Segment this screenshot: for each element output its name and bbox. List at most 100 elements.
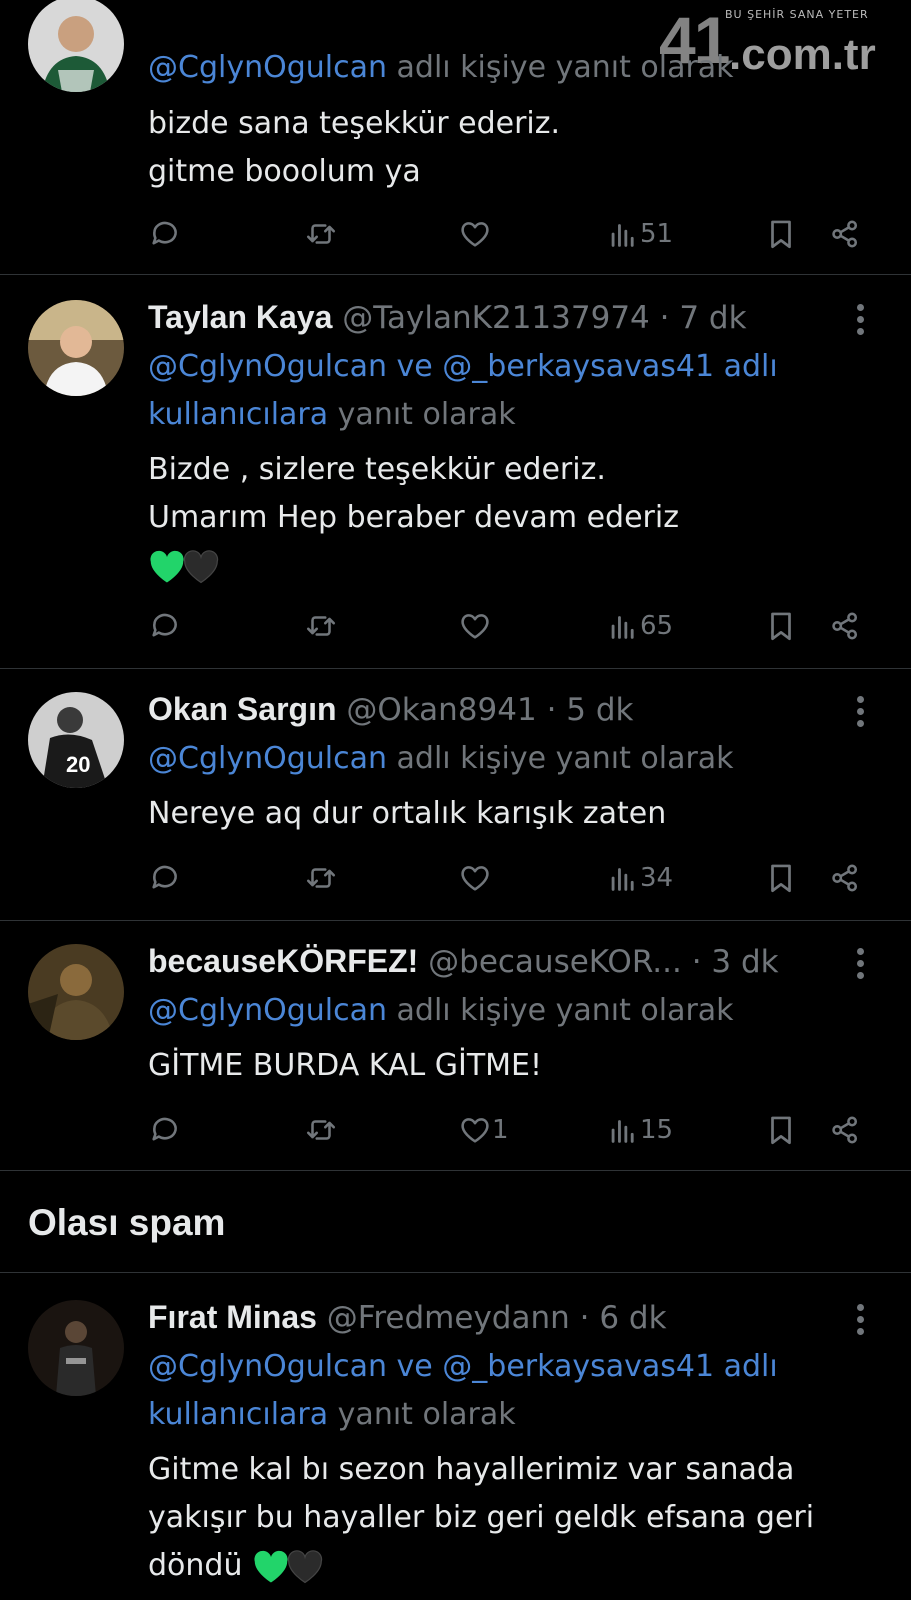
avatar[interactable]: [28, 0, 124, 92]
tweet-text: Nereye aq dur ortalık karışık zaten: [148, 796, 667, 831]
bookmark-button[interactable]: [764, 858, 798, 898]
share-icon: [832, 612, 858, 640]
user-handle[interactable]: @Fredmeydann: [327, 1300, 570, 1336]
retweet-icon: [306, 616, 336, 636]
user-handle[interactable]: @TaylanK21137974: [342, 300, 650, 336]
heart-outline-icon: [461, 614, 489, 639]
mention-link[interactable]: kullanıcılara: [148, 1397, 328, 1432]
tweet-header: Fırat Minas @Fredmeydann · 6 dk: [148, 1299, 667, 1336]
more-options-icon[interactable]: [857, 948, 865, 984]
tweet-actions: 1 15: [0, 1110, 911, 1150]
retweet-button[interactable]: [304, 214, 338, 254]
tweet-actions: 65: [0, 606, 911, 646]
more-options-icon[interactable]: [857, 1304, 865, 1340]
divider: [0, 274, 911, 275]
share-button[interactable]: [828, 858, 862, 898]
bookmark-button[interactable]: [764, 1110, 798, 1150]
tweet-actions: 34: [0, 858, 911, 898]
display-name[interactable]: Okan Sargın: [148, 691, 337, 727]
retweet-button[interactable]: [304, 1110, 338, 1150]
like-button[interactable]: [458, 858, 492, 898]
reply-icon: [152, 1117, 177, 1141]
bookmark-icon: [771, 864, 791, 893]
reply-button[interactable]: [148, 606, 182, 646]
like-button[interactable]: 1: [458, 1110, 509, 1150]
view-count: 34: [640, 863, 674, 893]
avatar[interactable]: [28, 300, 124, 396]
timestamp[interactable]: 7 dk: [679, 300, 746, 336]
view-count: 15: [640, 1115, 674, 1145]
mention-link[interactable]: kullanıcılara: [148, 397, 328, 432]
retweet-icon: [306, 868, 336, 888]
black-heart-icon: [287, 1549, 323, 1583]
reply-icon: [152, 865, 177, 889]
bookmark-button[interactable]: [764, 214, 798, 254]
divider: [0, 1170, 911, 1171]
tweet-text: GİTME BURDA KAL GİTME!: [148, 1048, 543, 1083]
views-button[interactable]: 34: [606, 858, 673, 898]
reply-icon: [152, 613, 177, 637]
share-icon: [832, 864, 858, 892]
divider: [0, 920, 911, 921]
mention-link[interactable]: @CglynOgulcan: [148, 993, 387, 1028]
like-count: 1: [492, 1115, 509, 1145]
retweet-button[interactable]: [304, 606, 338, 646]
divider: [0, 1272, 911, 1273]
display-name[interactable]: Taylan Kaya: [148, 299, 332, 335]
mention-link[interactable]: @CglynOgulcan: [148, 741, 387, 776]
black-heart-icon: [183, 549, 219, 583]
more-options-icon[interactable]: [857, 696, 865, 732]
display-name[interactable]: Fırat Minas: [148, 1299, 317, 1335]
view-count: 51: [640, 219, 674, 249]
views-chart-icon: [611, 224, 634, 247]
mention-link[interactable]: @CglynOgulcan: [148, 50, 387, 85]
bookmark-icon: [771, 612, 791, 641]
views-button[interactable]: 15: [606, 1110, 673, 1150]
heart-outline-icon: [461, 222, 489, 247]
share-button[interactable]: [828, 214, 862, 254]
svg-text:20: 20: [66, 752, 90, 777]
green-heart-icon: [150, 550, 184, 582]
more-options-icon[interactable]: [857, 304, 865, 340]
tweet-text: Bizde , sizlere teşekkür ederiz. Umarım …: [148, 446, 868, 590]
timestamp[interactable]: 6 dk: [599, 1300, 666, 1336]
user-handle[interactable]: @Okan8941: [346, 692, 536, 728]
share-button[interactable]: [828, 606, 862, 646]
mention-link[interactable]: @CglynOgulcan ve @_berkaysavas41 adlı: [148, 343, 848, 391]
reply-button[interactable]: [148, 858, 182, 898]
avatar[interactable]: [28, 1300, 124, 1396]
reply-context: @CglynOgulcan adlı kişiye yanıt olarak: [148, 50, 734, 85]
reply-icon: [152, 221, 177, 245]
share-button[interactable]: [828, 1110, 862, 1150]
divider: [0, 668, 911, 669]
views-button[interactable]: 51: [606, 214, 673, 254]
heart-outline-icon: [461, 866, 489, 891]
like-button[interactable]: [458, 214, 492, 254]
watermark-slogan: BU ŞEHİR SANA YETER: [725, 8, 869, 21]
like-button[interactable]: [458, 606, 492, 646]
views-chart-icon: [611, 868, 634, 891]
view-count: 65: [640, 611, 674, 641]
reply-context: @CglynOgulcan ve @_berkaysavas41 adlı ku…: [148, 343, 848, 439]
share-icon: [832, 220, 858, 248]
avatar[interactable]: 20: [28, 692, 124, 788]
views-button[interactable]: 65: [606, 606, 673, 646]
green-heart-icon: [254, 1550, 288, 1582]
timestamp[interactable]: 5 dk: [566, 692, 633, 728]
tweet-header: Okan Sargın @Okan8941 · 5 dk: [148, 691, 634, 728]
bookmark-icon: [771, 220, 791, 249]
tweet-text: Gitme kal bı sezon hayallerimiz var sana…: [148, 1452, 815, 1583]
reply-button[interactable]: [148, 214, 182, 254]
views-chart-icon: [611, 616, 634, 639]
section-title: Olası spam: [28, 1202, 226, 1243]
timestamp[interactable]: 3 dk: [711, 944, 778, 980]
retweet-icon: [306, 224, 336, 244]
retweet-button[interactable]: [304, 858, 338, 898]
mention-link[interactable]: @CglynOgulcan ve @_berkaysavas41 adlı: [148, 1343, 848, 1391]
user-handle[interactable]: @becauseKOR...: [428, 944, 682, 980]
display-name[interactable]: becauseKÖRFEZ!: [148, 943, 418, 979]
share-icon: [832, 1116, 858, 1144]
reply-button[interactable]: [148, 1110, 182, 1150]
bookmark-button[interactable]: [764, 606, 798, 646]
avatar[interactable]: [28, 944, 124, 1040]
